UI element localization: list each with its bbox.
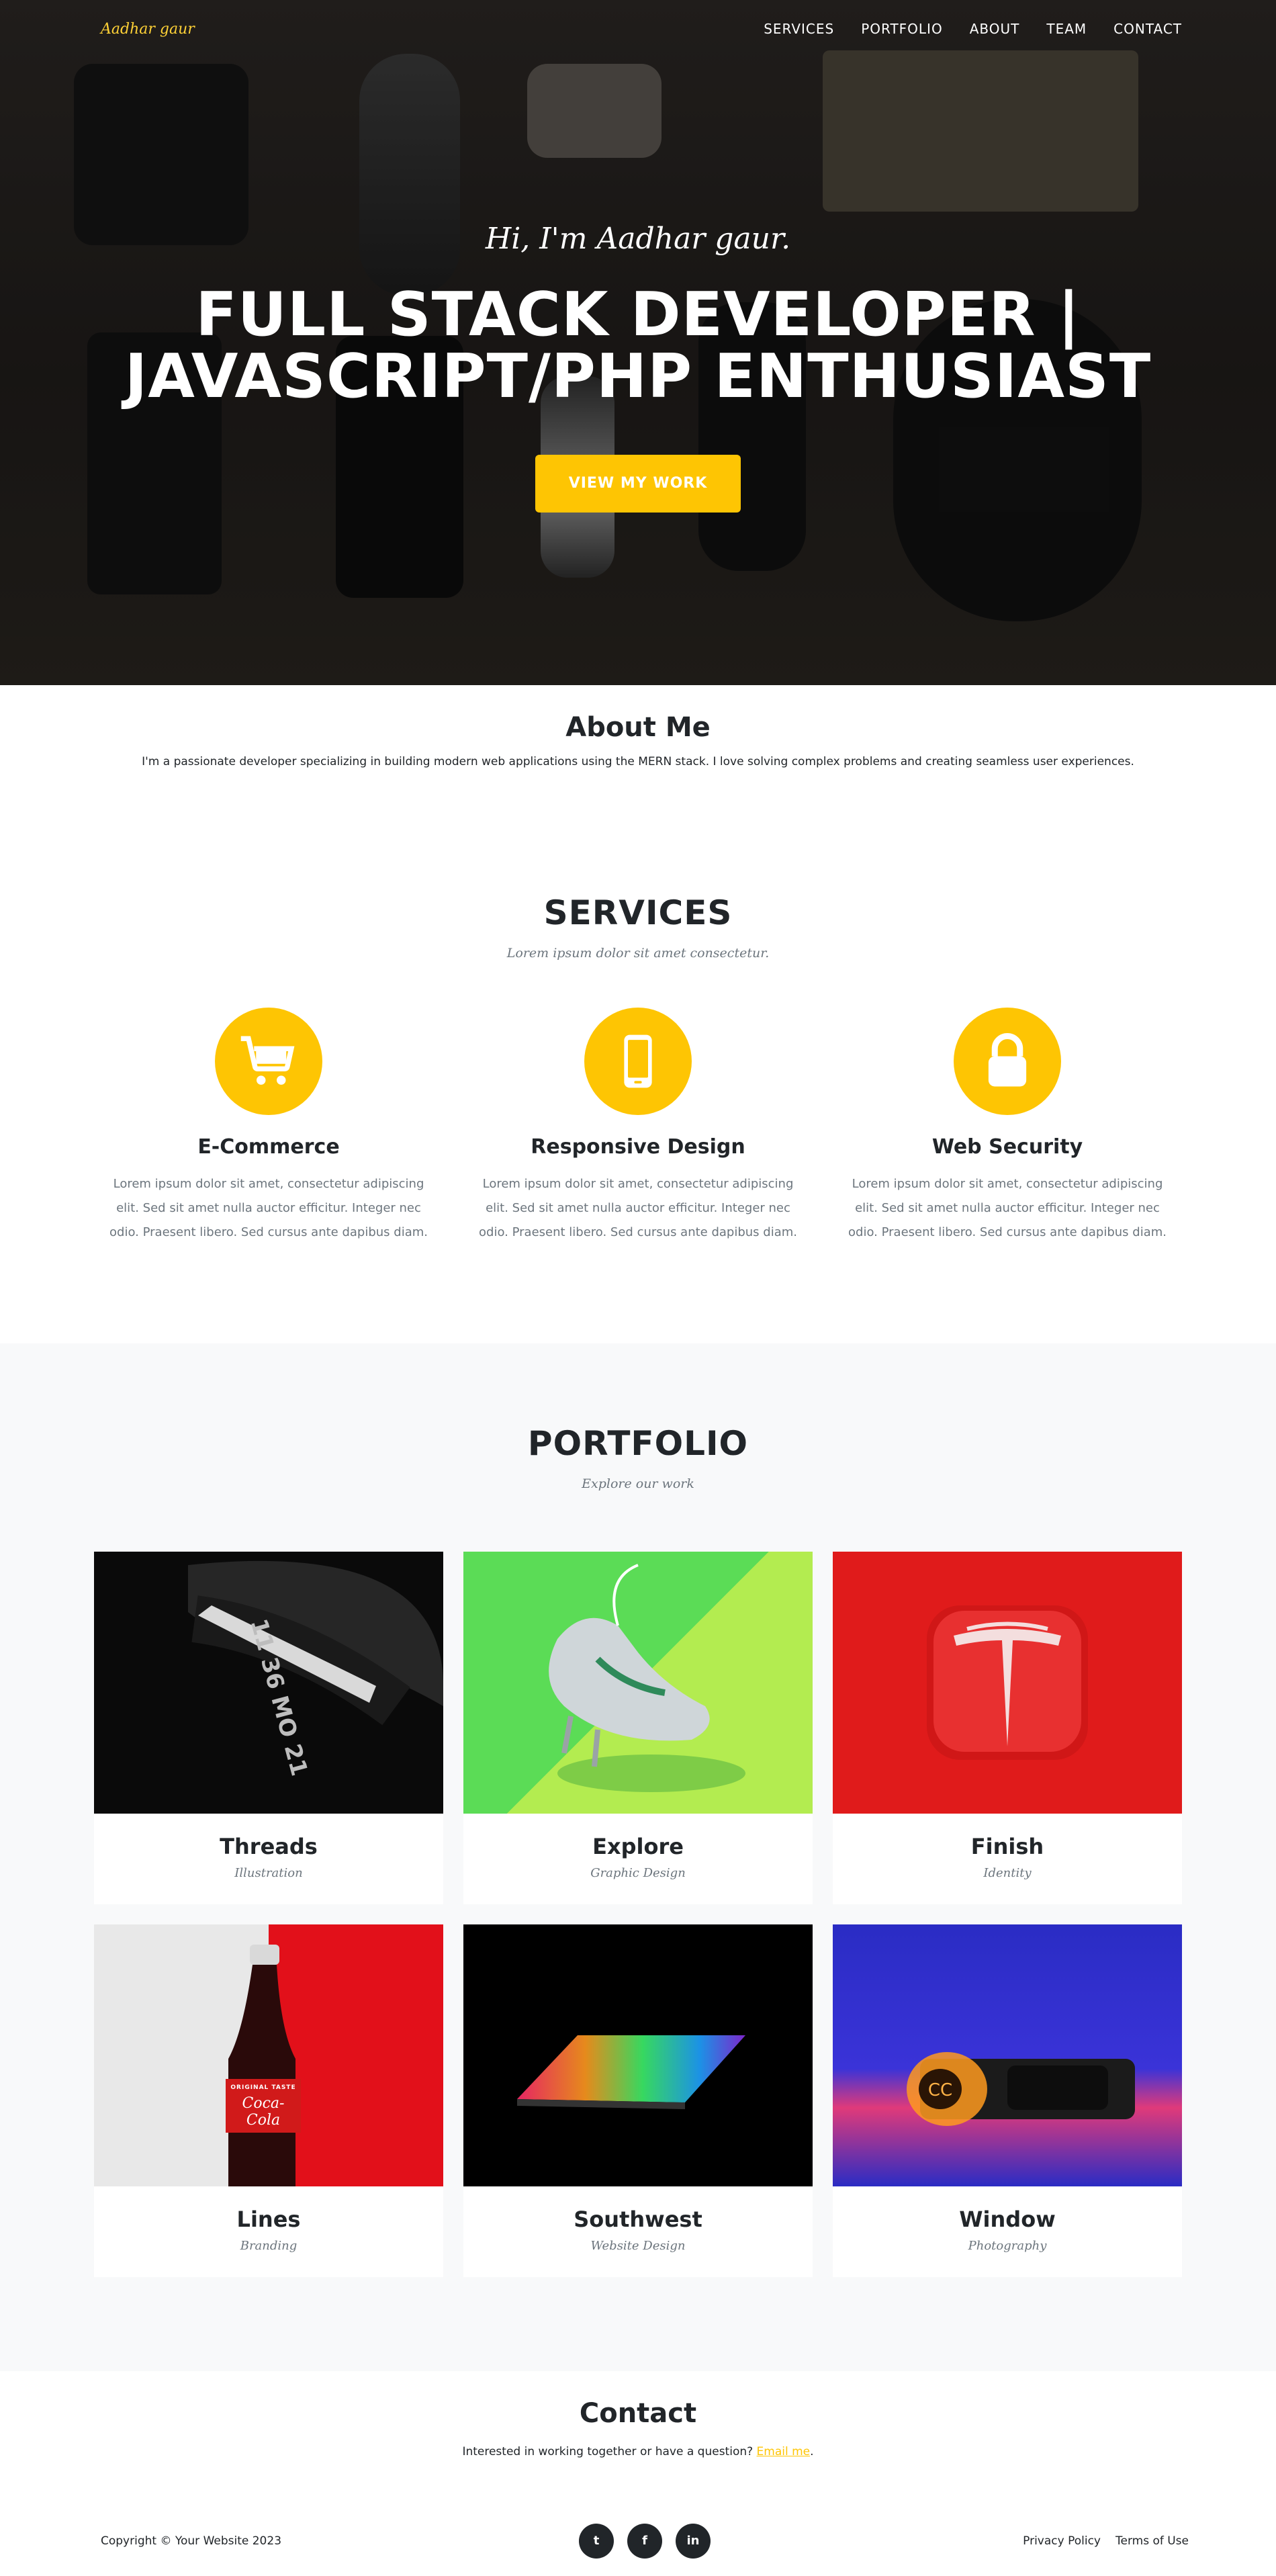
nav-link-portfolio[interactable]: PORTFOLIO <box>861 21 943 37</box>
label-top-text: ORIGINAL TASTE <box>230 2084 296 2091</box>
portfolio-image-southwest[interactable] <box>463 1924 813 2186</box>
footer-links: Privacy Policy Terms of Use <box>920 2534 1189 2548</box>
portfolio-title: Southwest <box>574 2207 702 2232</box>
service-responsive-design: Responsive Design Lorem ipsum dolor sit … <box>453 1008 823 1245</box>
portfolio-section: PORTFOLIO Explore our work 11 36 MO 21 T… <box>0 1343 1276 2371</box>
shopping-cart-icon <box>215 1008 322 1115</box>
portfolio-image-finish[interactable] <box>833 1552 1182 1814</box>
linkedin-icon[interactable]: in <box>676 2523 711 2559</box>
portfolio-image-explore[interactable] <box>463 1552 813 1814</box>
service-web-security: Web Security Lorem ipsum dolor sit amet,… <box>823 1008 1192 1245</box>
about-title: About Me <box>565 712 711 743</box>
copyright-text: Copyright © Your Website 2023 <box>101 2534 282 2548</box>
portfolio-title: Finish <box>970 1834 1044 1859</box>
contact-suffix: . <box>810 2445 814 2458</box>
service-title: Web Security <box>931 1135 1083 1159</box>
portfolio-item-finish[interactable]: Finish Identity <box>833 1552 1182 1904</box>
contact-title: Contact <box>579 2398 697 2429</box>
portfolio-caption: Lines Branding <box>94 2186 443 2277</box>
service-ecommerce: E-Commerce Lorem ipsum dolor sit amet, c… <box>84 1008 453 1245</box>
label-logo-text: Coca-Cola <box>242 2095 285 2129</box>
mobile-phone-icon <box>584 1008 692 1115</box>
contact-text: Interested in working together or have a… <box>0 2445 1276 2458</box>
hero-heading-line1: FULL STACK DEVELOPER | <box>195 279 1081 350</box>
portfolio-category: Illustration <box>234 1866 303 1880</box>
social-links: t f in <box>579 2523 711 2559</box>
portfolio-item-explore[interactable]: Explore Graphic Design <box>463 1552 813 1904</box>
services-subtitle: Lorem ipsum dolor sit amet consectetur. <box>506 946 770 961</box>
portfolio-caption: Window Photography <box>833 2186 1182 2277</box>
navbar: Aadhar gaur SERVICES PORTFOLIO ABOUT TEA… <box>0 0 1276 58</box>
about-text: I'm a passionate developer specializing … <box>142 755 1134 768</box>
nav-link-team[interactable]: TEAM <box>1046 21 1087 37</box>
brand-logo[interactable]: Aadhar gaur <box>101 21 195 38</box>
portfolio-caption: Explore Graphic Design <box>463 1814 813 1904</box>
portfolio-image-lines[interactable]: ORIGINAL TASTE Coca-Cola <box>94 1924 443 2186</box>
portfolio-image-window[interactable]: CC <box>833 1924 1182 2186</box>
twitter-icon[interactable]: t <box>579 2523 614 2559</box>
service-text: Lorem ipsum dolor sit amet, consectetur … <box>479 1177 797 1239</box>
portfolio-caption: Threads Illustration <box>94 1814 443 1904</box>
service-text: Lorem ipsum dolor sit amet, consectetur … <box>848 1177 1167 1239</box>
facebook-icon[interactable]: f <box>627 2523 662 2559</box>
service-text: Lorem ipsum dolor sit amet, consectetur … <box>109 1177 428 1239</box>
svg-text:CC: CC <box>928 2080 952 2100</box>
service-title: E-Commerce <box>197 1135 340 1159</box>
about-section: About Me I'm a passionate developer spec… <box>0 685 1276 806</box>
hero-heading-line2: JAVASCRIPT/PHP ENTHUSIAST <box>124 341 1152 412</box>
services-section: SERVICES Lorem ipsum dolor sit amet cons… <box>0 806 1276 1343</box>
portfolio-subtitle: Explore our work <box>582 1476 694 1491</box>
portfolio-item-southwest[interactable]: Southwest Website Design <box>463 1924 813 2277</box>
hero-section: Aadhar gaur SERVICES PORTFOLIO ABOUT TEA… <box>0 0 1276 685</box>
portfolio-item-window[interactable]: CC Window Photography <box>833 1924 1182 2277</box>
nav-link-services[interactable]: SERVICES <box>764 21 834 37</box>
portfolio-title: Lines <box>236 2207 301 2232</box>
service-title: Responsive Design <box>531 1135 745 1159</box>
privacy-policy-link[interactable]: Privacy Policy <box>1023 2534 1101 2548</box>
view-my-work-button[interactable]: VIEW MY WORK <box>535 455 741 513</box>
portfolio-category: Graphic Design <box>590 1866 686 1880</box>
portfolio-item-lines[interactable]: ORIGINAL TASTE Coca-Cola Lines Branding <box>94 1924 443 2277</box>
terms-of-use-link[interactable]: Terms of Use <box>1115 2534 1189 2548</box>
hero-heading: FULL STACK DEVELOPER | JAVASCRIPT/PHP EN… <box>0 284 1276 408</box>
footer: Copyright © Your Website 2023 t f in Pri… <box>0 2505 1276 2576</box>
nav-links: SERVICES PORTFOLIO ABOUT TEAM CONTACT <box>764 21 1182 37</box>
portfolio-category: Photography <box>968 2239 1047 2253</box>
lock-icon <box>954 1008 1061 1115</box>
services-row: E-Commerce Lorem ipsum dolor sit amet, c… <box>0 1008 1276 1245</box>
portfolio-category: Identity <box>983 1866 1032 1880</box>
portfolio-caption: Finish Identity <box>833 1814 1182 1904</box>
hero-content: Hi, I'm Aadhar gaur. FULL STACK DEVELOPE… <box>0 222 1276 513</box>
portfolio-title: Threads <box>220 1834 318 1859</box>
contact-section: Contact Interested in working together o… <box>0 2371 1276 2505</box>
contact-prompt: Interested in working together or have a… <box>462 2445 757 2458</box>
portfolio-title: PORTFOLIO <box>527 1424 749 1463</box>
nav-link-about[interactable]: ABOUT <box>970 21 1020 37</box>
email-me-link[interactable]: Email me <box>757 2445 811 2458</box>
nav-link-contact[interactable]: CONTACT <box>1113 21 1182 37</box>
coca-cola-label: ORIGINAL TASTE Coca-Cola <box>226 2084 301 2129</box>
services-title: SERVICES <box>543 893 733 932</box>
hero-subtitle: Hi, I'm Aadhar gaur. <box>485 222 791 256</box>
portfolio-category: Website Design <box>590 2239 686 2253</box>
portfolio-grid: 11 36 MO 21 Threads Illustration Explore… <box>0 1552 1276 2277</box>
portfolio-item-threads[interactable]: 11 36 MO 21 Threads Illustration <box>94 1552 443 1904</box>
portfolio-category: Branding <box>240 2239 298 2253</box>
portfolio-image-threads[interactable]: 11 36 MO 21 <box>94 1552 443 1814</box>
portfolio-title: Window <box>959 2207 1056 2232</box>
portfolio-caption: Southwest Website Design <box>463 2186 813 2277</box>
portfolio-title: Explore <box>592 1834 684 1859</box>
